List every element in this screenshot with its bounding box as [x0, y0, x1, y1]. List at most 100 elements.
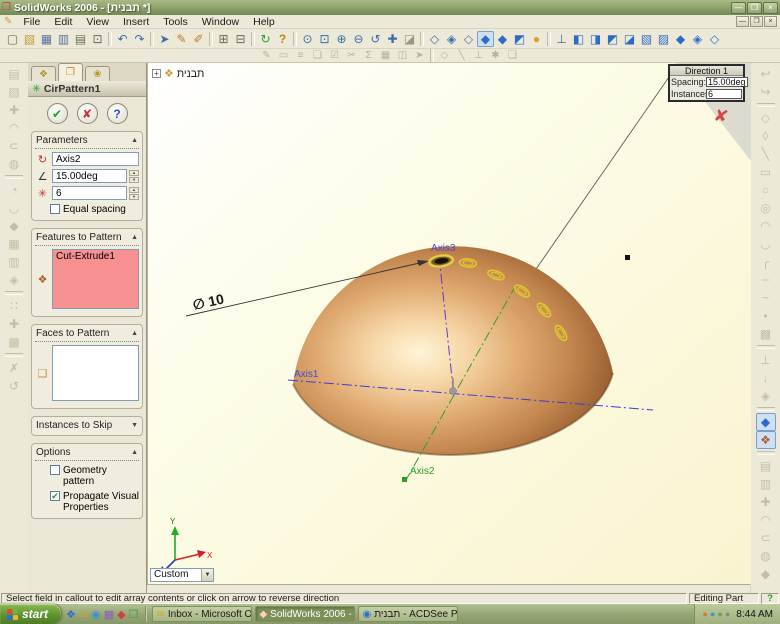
quicklaunch-mail-icon[interactable]: ✉	[79, 608, 88, 621]
tray-icon-2[interactable]: ●	[710, 609, 715, 619]
rotate-view-button[interactable]: ↺	[367, 31, 384, 47]
spin-up-icon[interactable]: ▲	[129, 187, 139, 193]
shaded-button[interactable]: ◆	[494, 31, 511, 47]
instance-count-field[interactable]: 6	[52, 186, 127, 200]
zoom-fit-button[interactable]: ⊙	[299, 31, 316, 47]
view-left-button[interactable]: ◩	[604, 31, 621, 47]
fillet-button[interactable]: ◆	[4, 217, 24, 235]
help-button[interactable]: ?	[274, 31, 291, 47]
rel-star-button[interactable]: ✱	[487, 50, 504, 62]
view-scale-value[interactable]: Custom	[151, 569, 201, 581]
dim-button[interactable]: ◊	[756, 127, 776, 145]
point-button[interactable]: •	[756, 307, 776, 325]
shadows-button[interactable]: ◩	[511, 31, 528, 47]
undo-button[interactable]: ↶	[114, 31, 131, 47]
tool-arrow-button[interactable]: ➤	[411, 50, 428, 62]
propagate-visual-checkbox[interactable]: ✔	[50, 491, 60, 501]
tray-icon-1[interactable]: ●	[703, 609, 708, 619]
rel-box-button[interactable]: ❏	[504, 50, 521, 62]
move-entities-button[interactable]: ↓	[756, 369, 776, 387]
loft2-button[interactable]: ◠	[756, 511, 776, 529]
angle-spinner[interactable]: ▲ ▼	[129, 170, 139, 183]
pattern-active-button[interactable]: ❖	[756, 431, 776, 449]
skip-group-header[interactable]: Instances to Skip ▼	[35, 419, 139, 433]
shell-button[interactable]: ◈	[4, 271, 24, 289]
dimension-button[interactable]: ✐	[190, 31, 207, 47]
faces-list[interactable]	[52, 345, 139, 401]
fillet2-button[interactable]: ◆	[756, 565, 776, 583]
child-minimize-button[interactable]: —	[736, 16, 749, 27]
quicklaunch-app1-icon[interactable]: ▦	[104, 608, 114, 621]
menu-file[interactable]: File	[16, 16, 47, 28]
quicklaunch-app2-icon[interactable]: ◆	[117, 608, 125, 621]
view-front-button[interactable]: ◧	[570, 31, 587, 47]
extrude-boss-button[interactable]: ▤	[4, 65, 24, 83]
loft-button[interactable]: ◠	[4, 119, 24, 137]
angle-field[interactable]: 15.00deg	[52, 169, 127, 183]
linear-pattern-button[interactable]: ∷	[4, 297, 24, 315]
tool-equations-button[interactable]: Σ	[360, 50, 377, 62]
view-isometric-button[interactable]: ◆	[672, 31, 689, 47]
graphics-viewport[interactable]: ✘ Axis1 Axis3 Axis2	[147, 63, 750, 584]
axis3-label[interactable]: Axis3	[431, 243, 456, 254]
taskbar-button-acdsee[interactable]: ◉ תבנית - ACDSee Pro...	[358, 606, 458, 622]
boundary-button[interactable]: ⊂	[4, 137, 24, 155]
geometry-pattern-option[interactable]: Geometry pattern	[50, 465, 139, 487]
start-button[interactable]: start	[0, 604, 61, 624]
help-button[interactable]: ?	[107, 103, 128, 124]
wireframe-button[interactable]: ◇	[426, 31, 443, 47]
tool-block-button[interactable]: ▭	[275, 50, 292, 62]
origin-point[interactable]	[450, 388, 457, 395]
line-button[interactable]: ╲	[756, 145, 776, 163]
axis2-label[interactable]: Axis2	[410, 466, 435, 477]
taskbar-button-solidworks[interactable]: ◆ SolidWorks 2006 - [ת...	[255, 606, 355, 622]
rel-line-button[interactable]: ╲	[453, 50, 470, 62]
shaded-with-edges-button[interactable]: ◆	[477, 31, 494, 47]
dome2-button[interactable]: ◍	[756, 547, 776, 565]
circle-button[interactable]: ○	[756, 181, 776, 199]
tool-display-button[interactable]: ◫	[394, 50, 411, 62]
features-group-header[interactable]: Features to Pattern ▲	[35, 231, 139, 246]
mirror-button[interactable]: ▩	[4, 333, 24, 351]
count-spinner[interactable]: ▲ ▼	[129, 187, 139, 200]
menu-help[interactable]: Help	[246, 16, 282, 28]
options-group-header[interactable]: Options ▲	[35, 446, 139, 461]
combo-dropdown-icon[interactable]: ▼	[201, 569, 213, 581]
rectangle-button[interactable]: ▭	[756, 163, 776, 181]
rel-perpendicular-button[interactable]: ⊥	[470, 50, 487, 62]
extrude2-button[interactable]: ▤	[756, 457, 776, 475]
sweep-button[interactable]: ✚	[4, 101, 24, 119]
print-preview-button[interactable]: ⊡	[89, 31, 106, 47]
close-button[interactable]: ×	[763, 2, 778, 14]
new-button[interactable]: ▢	[4, 31, 21, 47]
smart-dimension-button[interactable]: ◇	[756, 109, 776, 127]
tool-trim-button[interactable]: ✂	[343, 50, 360, 62]
hidden-lines-removed-button[interactable]: ◇	[460, 31, 477, 47]
save-all-button[interactable]: ▥	[55, 31, 72, 47]
menu-window[interactable]: Window	[195, 16, 246, 28]
menu-view[interactable]: View	[79, 16, 116, 28]
snap-button[interactable]: ⊟	[232, 31, 249, 47]
sweep2-button[interactable]: ✚	[756, 493, 776, 511]
circular-pattern-button[interactable]: ✚	[4, 315, 24, 333]
revolve-boss-button[interactable]: ▧	[4, 83, 24, 101]
direction-callout[interactable]: Direction 1 Spacing: 15.00deg Instances:…	[668, 64, 745, 102]
normal-to-button[interactable]: ⊥	[553, 31, 570, 47]
offset-entities-button[interactable]: ◈	[756, 387, 776, 405]
child-close-button[interactable]: ×	[764, 16, 777, 27]
quicklaunch-media-icon[interactable]: ◉	[91, 608, 101, 621]
feature-tree-node[interactable]: + ❖ תבנית	[152, 67, 204, 80]
propagate-visual-option[interactable]: ✔ Propagate Visual Properties	[50, 491, 139, 513]
sketch-tool-button[interactable]: ↩	[756, 65, 776, 83]
delete-face-button[interactable]: ✗	[4, 359, 24, 377]
section-view-button[interactable]: ◪	[401, 31, 418, 47]
rib-button[interactable]: ▥	[4, 253, 24, 271]
tool-grid2-button[interactable]: ▦	[377, 50, 394, 62]
minimize-button[interactable]: —	[731, 2, 746, 14]
arc-button[interactable]: ◠	[756, 217, 776, 235]
cancel-button[interactable]: ✘	[77, 103, 98, 124]
ok-button[interactable]: ✔	[47, 103, 68, 124]
view-scale-combo[interactable]: Custom ▼	[150, 568, 214, 582]
hidden-lines-visible-button[interactable]: ◈	[443, 31, 460, 47]
3d-sketch-button[interactable]: ↪	[756, 83, 776, 101]
